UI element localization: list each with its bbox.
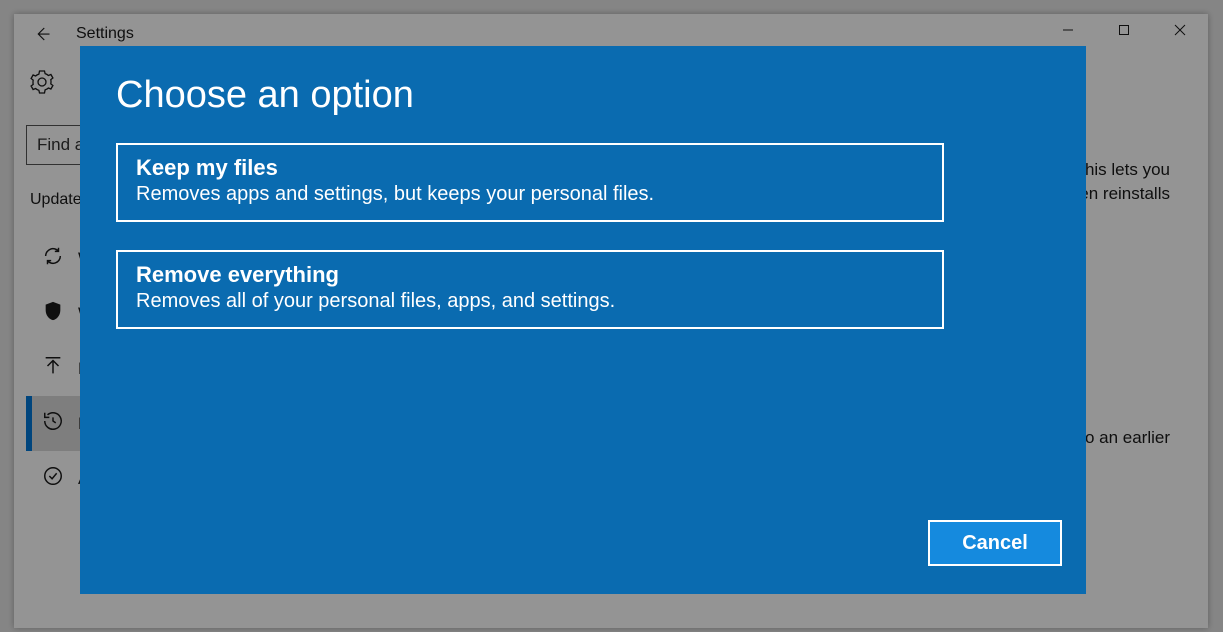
option-keep-files[interactable]: Keep my files Removes apps and settings,…: [116, 143, 944, 222]
option-title: Remove everything: [136, 262, 924, 288]
option-title: Keep my files: [136, 155, 924, 181]
option-desc: Removes all of your personal files, apps…: [136, 290, 924, 313]
reset-modal: Choose an option Keep my files Removes a…: [80, 46, 1086, 594]
cancel-label: Cancel: [962, 532, 1028, 555]
option-desc: Removes apps and settings, but keeps you…: [136, 183, 924, 206]
option-remove-everything[interactable]: Remove everything Removes all of your pe…: [116, 250, 944, 329]
cancel-button[interactable]: Cancel: [928, 520, 1062, 566]
modal-title: Choose an option: [116, 74, 1046, 117]
modal-options: Keep my files Removes apps and settings,…: [116, 143, 1046, 329]
